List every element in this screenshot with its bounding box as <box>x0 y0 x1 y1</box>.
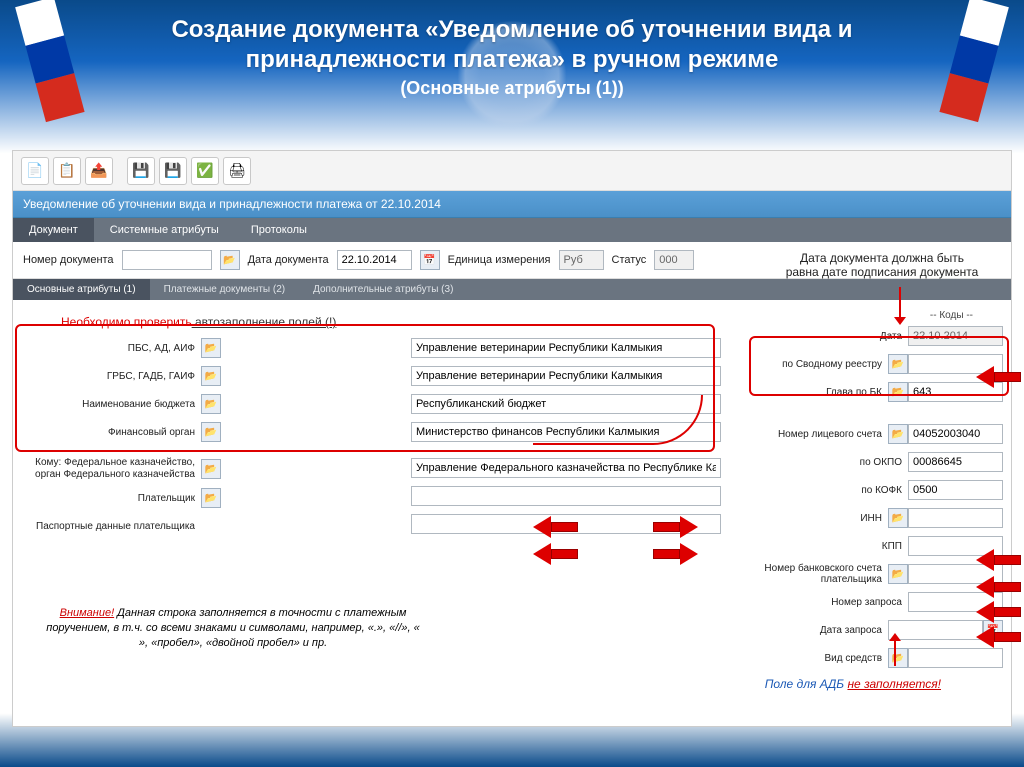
req-date-label: Дата запроса <box>753 625 888 636</box>
kpp-label: КПП <box>753 541 908 552</box>
kofk-label: по КОФК <box>753 485 908 496</box>
tab-protocols[interactable]: Протоколы <box>235 218 323 242</box>
toolbar: 📄 📋 📤 💾 💾 ✅ 🖨 <box>13 151 1011 191</box>
bank-acc-picker[interactable]: 📂 <box>888 564 908 584</box>
arrow-req-num <box>976 601 1021 623</box>
doc-number-label: Номер документа <box>23 254 114 266</box>
save-as-button[interactable]: 💾 <box>159 157 187 185</box>
to-whom-input[interactable] <box>411 458 721 478</box>
okpo-label: по ОКПО <box>753 457 908 468</box>
to-whom-label: Кому: Федеральное казначейство, орган Фе… <box>21 457 201 481</box>
account-num-input[interactable] <box>908 424 1003 444</box>
funds-type-label: Вид средств <box>753 653 888 664</box>
kofk-input[interactable] <box>908 480 1003 500</box>
document-header: Уведомление об уточнении вида и принадле… <box>13 191 1011 218</box>
to-whom-picker[interactable]: 📂 <box>201 459 221 479</box>
curve-arrow <box>533 395 703 445</box>
payer-input[interactable] <box>411 486 721 506</box>
redbox-right-group <box>749 336 1009 396</box>
sub-tabs: Основные атрибуты (1) Платежные документ… <box>13 279 1011 300</box>
status-label: Статус <box>612 254 647 266</box>
payer-picker[interactable]: 📂 <box>201 488 221 508</box>
tab-main-attrs[interactable]: Основные атрибуты (1) <box>13 279 150 300</box>
copy-doc-button[interactable]: 📋 <box>53 157 81 185</box>
okpo-input[interactable] <box>908 452 1003 472</box>
note-date-equal: Дата документа должна бытьравна дате под… <box>767 251 997 279</box>
warning-note: Внимание! Данная строка заполняется в то… <box>43 606 423 651</box>
tab-system-attrs[interactable]: Системные атрибуты <box>94 218 235 242</box>
doc-number-picker[interactable]: 📂 <box>220 250 240 270</box>
save-button[interactable]: 💾 <box>127 157 155 185</box>
account-num-label: Номер лицевого счета <box>753 429 888 440</box>
arrow-passport <box>533 543 578 565</box>
doc-date-input[interactable] <box>337 250 412 270</box>
main-tabs: Документ Системные атрибуты Протоколы <box>13 218 1011 242</box>
funds-type-input[interactable] <box>908 648 1003 668</box>
tab-payment-docs[interactable]: Платежные документы (2) <box>150 279 300 300</box>
note-adb: Поле для АДБ не заполняется! <box>765 677 941 691</box>
slide-title: Создание документа «Уведомление об уточн… <box>0 15 1024 99</box>
arrow-svod <box>976 366 1021 388</box>
tab-document[interactable]: Документ <box>13 218 94 242</box>
inn-input[interactable] <box>908 508 1003 528</box>
payer-label: Плательщик <box>21 493 201 504</box>
app-window: 📄 📋 📤 💾 💾 ✅ 🖨 Уведомление об уточнении в… <box>12 150 1012 727</box>
arrow-bank-acc <box>976 576 1021 598</box>
unit-label: Единица измерения <box>448 254 551 266</box>
arrow-funds-up <box>894 641 896 666</box>
account-num-picker[interactable]: 📂 <box>888 424 908 444</box>
arrow-kpp-right <box>976 549 1021 571</box>
inn-label: ИНН <box>753 513 888 524</box>
arrow-date-down <box>899 287 901 317</box>
funds-type-picker[interactable]: 📂 <box>888 648 908 668</box>
print-button[interactable]: 🖨 <box>223 157 251 185</box>
export-doc-button[interactable]: 📤 <box>85 157 113 185</box>
req-date-input[interactable] <box>888 620 983 640</box>
bank-acc-label: Номер банковского счета плательщика <box>753 563 888 585</box>
doc-date-label: Дата документа <box>248 254 329 266</box>
codes-header: -- Коды -- <box>753 310 1003 321</box>
new-doc-button[interactable]: 📄 <box>21 157 49 185</box>
req-num-label: Номер запроса <box>753 597 908 608</box>
arrow-inn <box>653 516 698 538</box>
arrow-kpp <box>653 543 698 565</box>
tab-extra-attrs[interactable]: Дополнительные атрибуты (3) <box>299 279 467 300</box>
doc-number-input[interactable] <box>122 250 212 270</box>
apply-button[interactable]: ✅ <box>191 157 219 185</box>
unit-input <box>559 250 604 270</box>
status-input <box>654 250 694 270</box>
passport-label: Паспортные данные плательщика <box>21 521 201 532</box>
inn-picker[interactable]: 📂 <box>888 508 908 528</box>
arrow-payer <box>533 516 578 538</box>
arrow-req-date <box>976 626 1021 648</box>
doc-date-picker[interactable]: 📅 <box>420 250 440 270</box>
